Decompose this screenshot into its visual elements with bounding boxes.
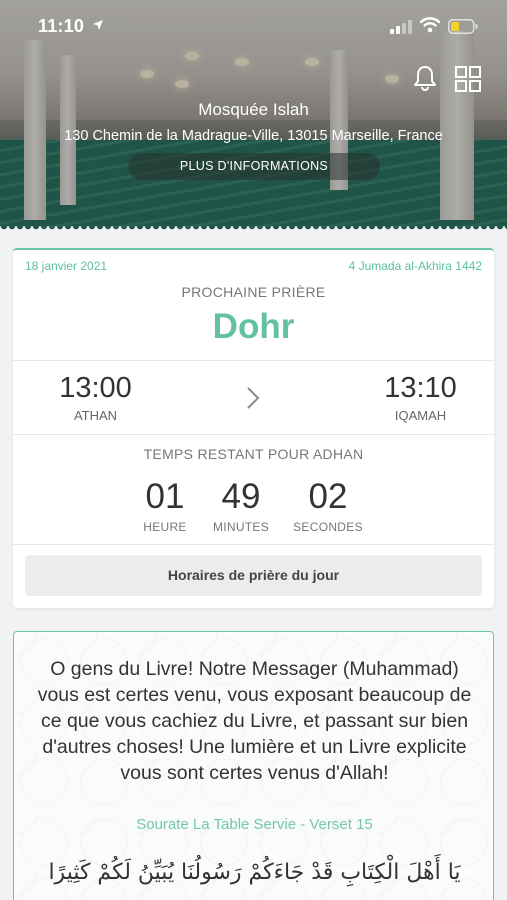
battery-icon [448,19,478,34]
bell-icon[interactable] [412,64,438,92]
divider [13,544,494,545]
daily-prayer-times-button[interactable]: Horaires de prière du jour [25,555,482,596]
status-time: 11:10 [38,16,85,36]
countdown-seconds-label: SECONDES [293,520,363,534]
verse-reference[interactable]: Sourate La Table Servie - Verset 15 [14,816,495,833]
gregorian-date: 18 janvier 2021 [25,259,108,273]
hijri-date: 4 Jumada al-Akhira 1442 [348,259,482,273]
header-scallop-edge [0,226,507,234]
verse-translation: O gens du Livre! Notre Messager (Muhamma… [37,658,472,784]
countdown-minutes-label: MINUTES [212,520,270,534]
more-info-button[interactable]: PLUS D'INFORMATIONS [128,153,380,180]
athan-label: ATHAN [73,408,118,423]
verse-arabic: يَا أَهْلَ الْكِتَابِ قَدْ جَاءَكُمْ رَس… [48,860,461,885]
cellular-signal-icon [390,20,412,34]
chevron-right-icon[interactable] [245,385,261,411]
athan-time: 13:00 [59,372,132,404]
grid-icon[interactable] [455,66,481,92]
divider [13,360,494,361]
iqamah-time: 13:10 [384,372,457,404]
mosque-name: Mosquée Islah [198,100,309,119]
countdown-seconds: 02 [308,477,348,516]
wifi-icon [420,17,440,33]
countdown-minutes: 49 [221,477,261,516]
next-prayer-name: Dohr [212,307,295,346]
mosque-address: 130 Chemin de la Madrague-Ville, 13015 M… [64,128,443,144]
time-remaining-label: TEMPS RESTANT POUR ADHAN [143,446,364,462]
iqamah-label: IQAMAH [394,408,447,423]
next-prayer-label: PROCHAINE PRIÈRE [181,284,326,300]
next-prayer-card: 18 janvier 2021 4 Jumada al-Akhira 1442 … [13,248,494,608]
divider [13,434,494,435]
verse-card: O gens du Livre! Notre Messager (Muhamma… [13,631,494,900]
location-arrow-icon [93,20,103,30]
